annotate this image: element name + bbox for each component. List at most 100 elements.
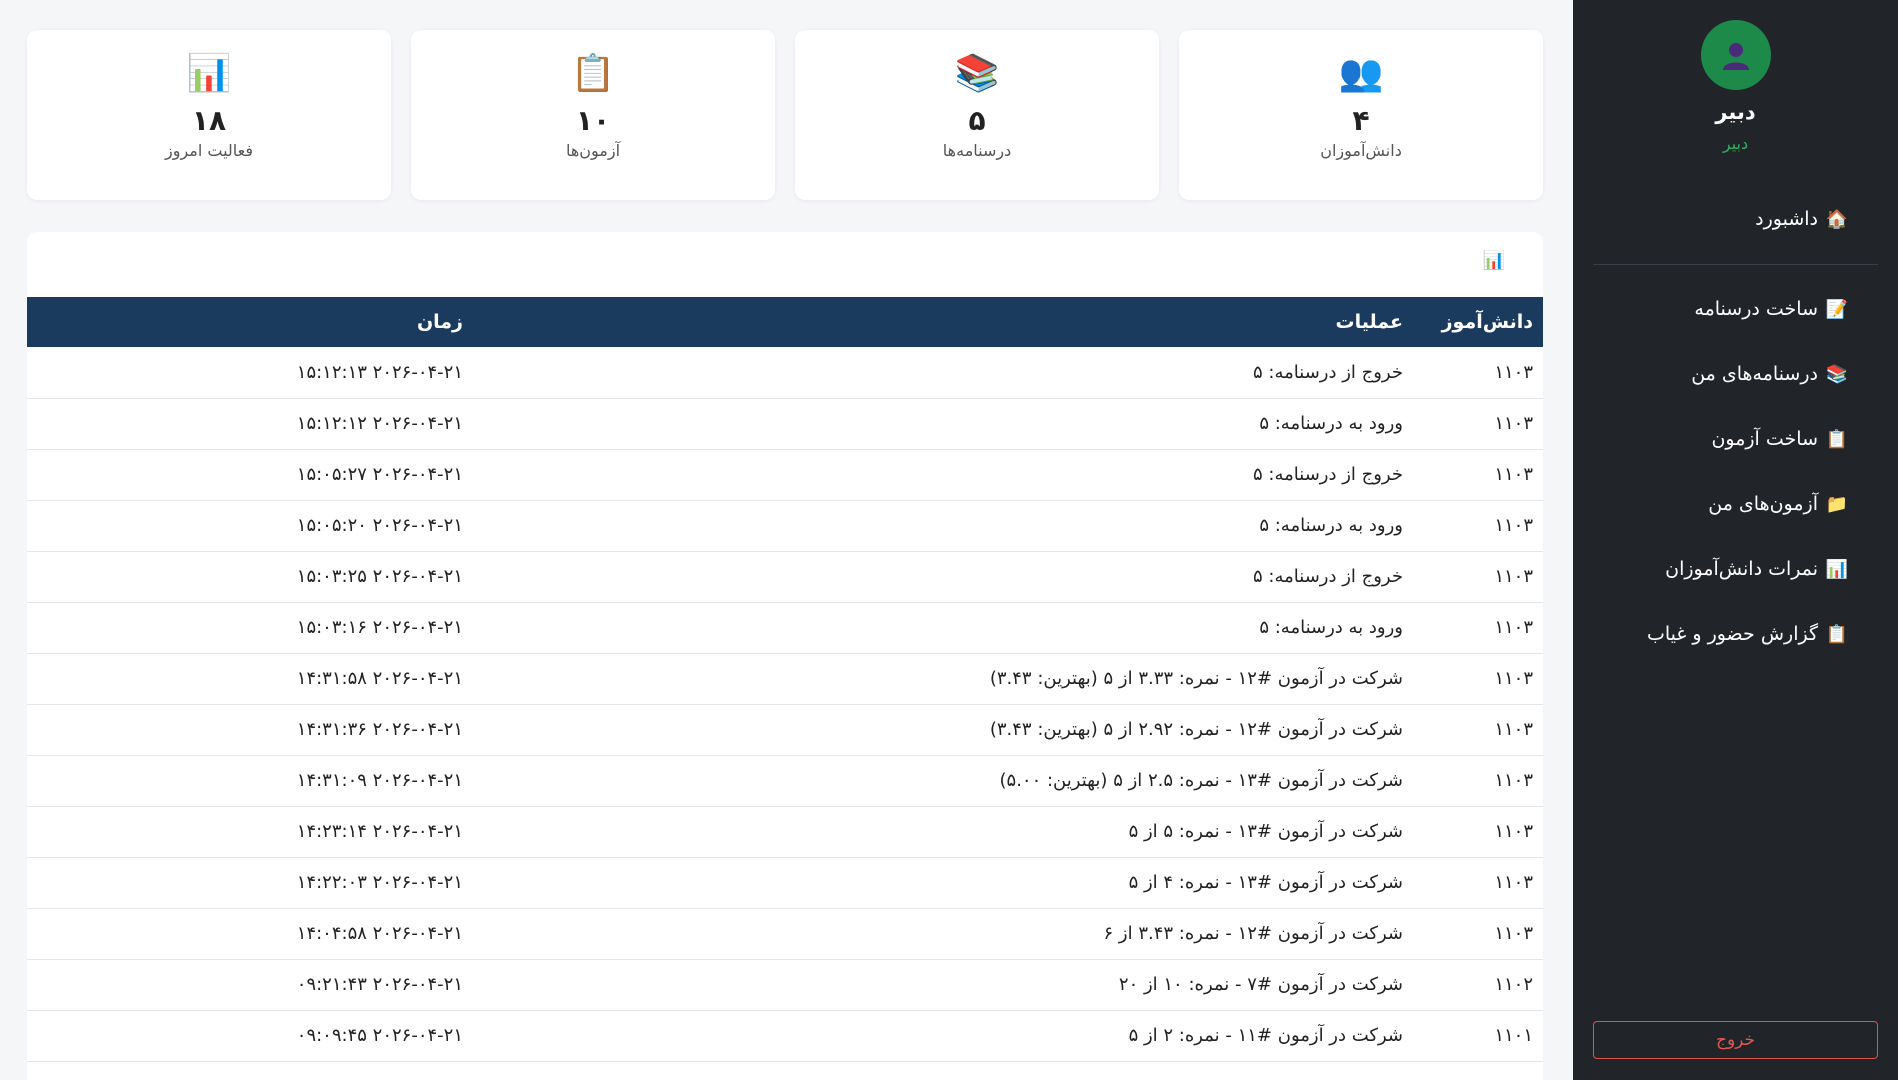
table-row: ۱۱۰۳ خروج از درسنامه: ۵ ۲۰۲۶-۰۴-۲۱ ۱۵:۱۲:۱… [27,347,1543,399]
stat-label: فعالیت امروز [164,141,254,160]
nav-item-create-exam[interactable]: 📋 ساخت آزمون [1711,423,1848,455]
table-row: ۱۱۰۳ خروج از درسنامه: ۵ ۲۰۲۶-۰۴-۲۱ ۱۵:۰۵:۲… [27,449,1543,501]
cell-time: ۲۰۲۶-۰۴-۲۱ ۱۵:۰۵:۲۷ [27,449,473,501]
cell-time: ۲۰۲۶-۰۴-۲۱ ۰۹:۰۹:۴۵ [27,1010,473,1062]
cell-student: ۱۱۰۳ [1413,602,1543,654]
stats-row: 👥 ۴ دانش‌آموزان 📚 ۵ درسنامه‌ها 📋 ۱۰ آزمو… [27,30,1543,200]
cell-time: ۲۰۲۶-۰۴-۲۱ ۰۹:۲۱:۴۳ [27,959,473,1011]
table-row: ۱۱۰۳ شرکت در آزمون #۱۲ - نمره: ۲.۹۲ از ۵ … [27,704,1543,756]
table-row: ۱۱۰۲ شرکت در آزمون #۷ - نمره: ۱۰ از ۲۰ ۲۰۲… [27,959,1543,1011]
cell-student: ۱۱۰۳ [1413,398,1543,450]
nav-divider [1593,264,1878,265]
table-row: ۱۱۰۳ ورود به درسنامه: ۵ ۲۰۲۶-۰۴-۲۱ ۱۵:۱۲:۱… [27,398,1543,450]
users-icon: 👥 [1338,53,1384,94]
cell-time: ۲۰۲۶-۰۴-۲۱ ۱۵:۱۲:۱۲ [27,398,473,450]
nav-label: داشبورد [1755,208,1818,230]
logout-button[interactable]: خروج [1593,1021,1878,1059]
cell-operation: خروج از درسنامه: ۵ [473,449,1413,501]
clipboard-icon: 📋 [570,53,616,94]
cell-operation: ورود به درسنامه: ۵ [473,398,1413,450]
cell-student: ۱۱۰۳ [1413,704,1543,756]
user-role: دبیر [1722,134,1749,153]
user-icon [1723,43,1749,70]
table-row: ۱۱۰۳ شرکت در آزمون #۱۳ - نمره: ۴ از ۵ ۲۰۲۶… [27,857,1543,909]
sidebar: دبیر دبیر 🏠 داشبورد 📝 ساخت درسنامه 📚 درس… [1573,0,1898,1080]
cell-time: ۲۰۲۶-۰۴-۲۱ ۱۴:۳۱:۰۹ [27,755,473,807]
bar-chart-icon: 📊 [186,53,232,94]
cell-student: ۱۱۰۳ [1413,449,1543,501]
nav-item-student-grades[interactable]: 📊 نمرات دانش‌آموزان [1665,553,1848,585]
cell-student: ۱۱۰۲ [1413,959,1543,1011]
column-header-time: زمان [416,311,463,333]
cell-student: ۱۱۰۳ [1413,653,1543,705]
table-row: ۱۱۰۳ خروج از درسنامه: ۵ ۲۰۲۶-۰۴-۲۱ ۱۵:۰۳:۲… [27,551,1543,603]
stat-value: ۱۸ [191,104,227,137]
table-row: ۱۱۰۳ شرکت در آزمون #۱۳ - نمره: ۲.۵ از ۵ (… [27,755,1543,807]
nav-item-attendance-report[interactable]: 📋 گزارش حضور و غیاب [1647,618,1848,650]
stat-card-exams: 📋 ۱۰ آزمون‌ها [411,30,775,200]
nav-item-dashboard[interactable]: 🏠 داشبورد [1755,203,1848,235]
table-row: ۱۱۰۳ ورود به درسنامه: ۵ ۲۰۲۶-۰۴-۲۱ ۱۵:۰۵:۲… [27,500,1543,552]
stat-label: دانش‌آموزان [1320,141,1402,160]
cell-student: ۱۱۰۳ [1413,755,1543,807]
cell-operation: خروج از درسنامه: ۵ [473,347,1413,399]
cell-time: ۲۰۲۶-۰۴-۲۱ ۱۵:۱۲:۱۳ [27,347,473,399]
stat-value: ۱۰ [575,104,611,137]
cell-time: ۲۰۲۶-۰۴-۲۱ ۱۵:۰۳:۱۶ [27,602,473,654]
cell-operation: شرکت در آزمون #۷ - نمره: ۱۰ از ۲۰ [473,959,1413,1011]
nav-label: آزمون‌های من [1708,493,1818,515]
clipboard-icon: 📋 [1825,428,1848,450]
table-row: ۱۱۰۳ شرکت در آزمون #۱۳ - نمره: ۵ از ۵ ۲۰۲۶… [27,806,1543,858]
table-body: ۱۱۰۳ خروج از درسنامه: ۵ ۲۰۲۶-۰۴-۲۱ ۱۵:۱۲:۱… [27,347,1543,1062]
folder-icon: 📁 [1825,493,1848,515]
document-icon: 📝 [1825,298,1848,320]
cell-student: ۱۱۰۳ [1413,908,1543,960]
cell-time: ۲۰۲۶-۰۴-۲۱ ۱۴:۰۴:۵۸ [27,908,473,960]
cell-operation: شرکت در آزمون #۱۳ - نمره: ۲.۵ از ۵ (بهتر… [473,755,1413,807]
table-row: ۱۱۰۳ شرکت در آزمون #۱۲ - نمره: ۳.۳۳ از ۵ … [27,653,1543,705]
table-header-row: دانش‌آموز عملیات زمان [27,297,1543,347]
books-icon: 📚 [1825,363,1848,385]
nav-item-create-lesson[interactable]: 📝 ساخت درسنامه [1694,293,1848,325]
stat-card-students: 👥 ۴ دانش‌آموزان [1179,30,1543,200]
cell-operation: شرکت در آزمون #۱۲ - نمره: ۳.۴۳ از ۶ [473,908,1413,960]
nav-label: درسنامه‌های من [1691,363,1818,385]
column-header-student: دانش‌آموز [1441,311,1533,333]
stat-value: ۴ [1352,104,1370,137]
cell-time: ۲۰۲۶-۰۴-۲۱ ۱۵:۰۵:۲۰ [27,500,473,552]
cell-operation: شرکت در آزمون #۱۳ - نمره: ۵ از ۵ [473,806,1413,858]
cell-student: ۱۱۰۳ [1413,347,1543,399]
panel-header: 📊 [27,232,1543,297]
cell-student: ۱۱۰۱ [1413,1010,1543,1062]
nav-label: ساخت درسنامه [1694,298,1818,320]
bar-chart-icon: 📊 [1825,558,1848,580]
bar-chart-icon: 📊 [1482,250,1505,271]
stat-label: آزمون‌ها [565,141,621,160]
nav-item-my-exams[interactable]: 📁 آزمون‌های من [1708,488,1848,520]
home-icon: 🏠 [1825,208,1848,230]
cell-student: ۱۱۰۳ [1413,806,1543,858]
stat-card-lessons: 📚 ۵ درسنامه‌ها [795,30,1159,200]
cell-time: ۲۰۲۶-۰۴-۲۱ ۱۴:۲۲:۰۳ [27,857,473,909]
column-header-operation: عملیات [1335,311,1403,333]
activity-table: دانش‌آموز عملیات زمان ۱۱۰۳ خروج از درسنام… [27,297,1543,1062]
table-row: ۱۱۰۱ شرکت در آزمون #۱۱ - نمره: ۲ از ۵ ۲۰۲۶… [27,1010,1543,1062]
cell-operation: شرکت در آزمون #۱۱ - نمره: ۲ از ۵ [473,1010,1413,1062]
cell-time: ۲۰۲۶-۰۴-۲۱ ۱۴:۳۱:۳۶ [27,704,473,756]
cell-operation: ورود به درسنامه: ۵ [473,602,1413,654]
cell-operation: شرکت در آزمون #۱۲ - نمره: ۳.۳۳ از ۵ (بهت… [473,653,1413,705]
user-name: دبیر [1715,100,1756,124]
cell-student: ۱۱۰۳ [1413,857,1543,909]
avatar [1701,20,1771,90]
nav-label: گزارش حضور و غیاب [1646,623,1818,645]
activity-panel: 📊 دانش‌آموز عملیات زمان ۱۱۰۳ خروج از درسن… [27,232,1543,1080]
cell-student: ۱۱۰۳ [1413,500,1543,552]
cell-time: ۲۰۲۶-۰۴-۲۱ ۱۴:۳۱:۵۸ [27,653,473,705]
stat-value: ۵ [968,104,986,137]
nav-item-my-lessons[interactable]: 📚 درسنامه‌های من [1691,358,1848,390]
cell-operation: شرکت در آزمون #۱۳ - نمره: ۴ از ۵ [473,857,1413,909]
books-icon: 📚 [954,53,1000,94]
table-row: ۱۱۰۳ ورود به درسنامه: ۵ ۲۰۲۶-۰۴-۲۱ ۱۵:۰۳:۱… [27,602,1543,654]
clipboard-icon: 📋 [1825,623,1848,645]
cell-operation: شرکت در آزمون #۱۲ - نمره: ۲.۹۲ از ۵ (بهت… [473,704,1413,756]
